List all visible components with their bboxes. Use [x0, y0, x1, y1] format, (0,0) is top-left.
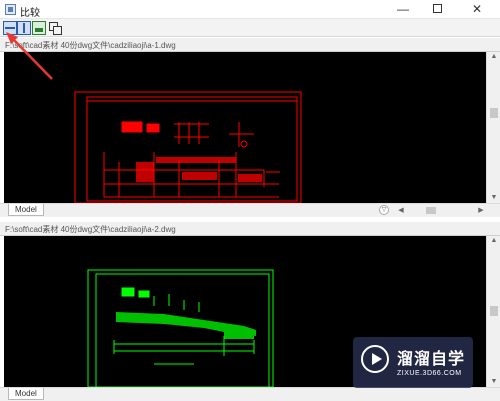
pane-footer: Model ▽ ◀ ▶	[0, 203, 500, 217]
minimize-button[interactable]: —	[386, 0, 420, 19]
title-bar: 比较 — ✕	[0, 0, 500, 19]
maximize-button[interactable]	[420, 0, 454, 19]
close-button[interactable]: ✕	[460, 0, 494, 19]
toolbar	[0, 19, 500, 37]
scroll-up-icon[interactable]: ▲	[487, 52, 500, 62]
cad-drawing-red	[74, 91, 302, 203]
watermark-url: ZIXUE.3D66.COM	[397, 370, 462, 377]
scroll-thumb[interactable]	[490, 306, 498, 316]
image-compare-icon[interactable]	[32, 21, 46, 35]
vertical-scrollbar[interactable]: ▲ ▼	[486, 236, 500, 387]
scroll-thumb[interactable]	[490, 108, 498, 118]
drawing-viewport[interactable]	[4, 52, 486, 203]
split-vertical-icon[interactable]	[17, 21, 31, 35]
scroll-down-icon[interactable]: ▼	[487, 193, 500, 203]
maximize-icon	[432, 4, 442, 13]
pane-header: F:\soft\cad素材 40份dwg文件\cadziliaoji\a-2.d…	[0, 222, 500, 236]
watermark: 溜溜自学 ZIXUE.3D66.COM	[353, 337, 473, 388]
tab-menu-icon[interactable]: ▽	[379, 205, 389, 215]
scroll-thumb[interactable]	[426, 207, 436, 214]
model-tab[interactable]: Model	[8, 388, 44, 400]
vertical-scrollbar[interactable]: ▲ ▼	[486, 52, 500, 203]
scroll-left-icon[interactable]: ◀	[396, 205, 406, 216]
pane-footer: Model	[0, 387, 500, 401]
scroll-right-icon[interactable]: ▶	[476, 205, 486, 216]
play-logo-icon	[361, 345, 389, 373]
watermark-name: 溜溜自学	[397, 349, 466, 368]
window-title: 比较	[20, 8, 40, 19]
scroll-down-icon[interactable]: ▼	[487, 377, 500, 387]
horizontal-scrollbar[interactable]: ◀ ▶	[396, 205, 486, 216]
file-path: F:\soft\cad素材 40份dwg文件\cadziliaoji\a-2.d…	[5, 225, 176, 234]
scroll-up-icon[interactable]: ▲	[487, 236, 500, 246]
overlay-compare-icon[interactable]	[48, 21, 62, 35]
top-drawing-pane: F:\soft\cad素材 40份dwg文件\cadziliaoji\a-1.d…	[0, 38, 500, 217]
app-icon	[5, 4, 16, 15]
split-horizontal-icon[interactable]	[3, 21, 17, 35]
model-tab[interactable]: Model	[8, 204, 44, 216]
file-path: F:\soft\cad素材 40份dwg文件\cadziliaoji\a-1.d…	[5, 41, 176, 50]
pane-header: F:\soft\cad素材 40份dwg文件\cadziliaoji\a-1.d…	[0, 38, 500, 52]
